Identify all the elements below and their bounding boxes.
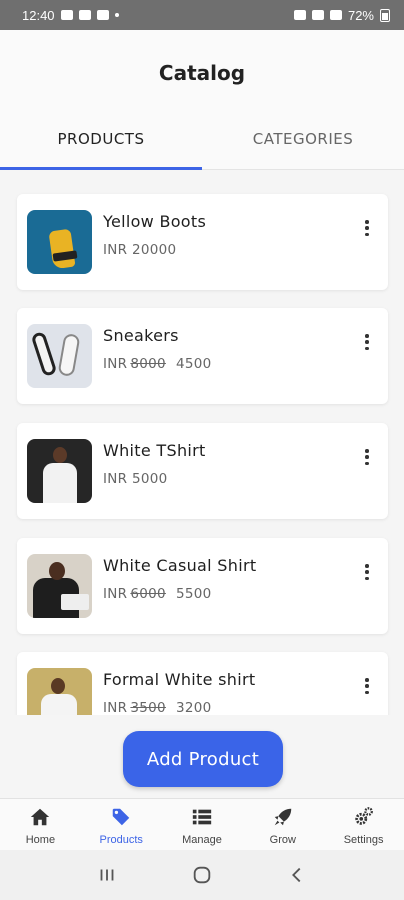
product-price: INR 5000 [103, 471, 168, 487]
nav-settings[interactable]: Settings [323, 799, 404, 850]
signal-icon [329, 10, 342, 20]
battery-percent: 72% [347, 7, 374, 23]
price-value: 4500 [175, 356, 212, 372]
list-icon [192, 809, 212, 825]
price-value: 20000 [131, 242, 177, 258]
app-bar: Catalog [0, 30, 404, 118]
system-nav-bar [0, 850, 404, 900]
price-value: 3200 [175, 700, 212, 715]
more-notifications-icon [114, 13, 119, 17]
product-name: Formal White shirt [103, 670, 256, 689]
tab-categories[interactable]: CATEGORIES [202, 118, 404, 169]
product-price: INR 8000 4500 [103, 356, 212, 372]
more-options-icon[interactable] [362, 562, 372, 582]
currency: INR [103, 356, 128, 372]
nav-grow[interactable]: Grow [242, 799, 323, 850]
nav-manage[interactable]: Manage [162, 799, 243, 850]
currency: INR [103, 586, 128, 602]
tab-label: PRODUCTS [57, 129, 145, 148]
image-notification-icon [60, 10, 73, 20]
product-image [27, 439, 92, 503]
product-price: INR 6000 5500 [103, 586, 212, 602]
mute-icon [293, 10, 306, 20]
product-price: INR 20000 [103, 242, 176, 258]
nav-label: Products [99, 834, 143, 846]
nav-label: Home [25, 834, 56, 846]
status-bar: 12:40 72% [0, 0, 404, 30]
cloud-notification-icon [78, 10, 91, 20]
more-options-icon[interactable] [362, 332, 372, 352]
nav-home[interactable]: Home [0, 799, 81, 850]
status-time: 12:40 [22, 7, 55, 23]
wifi-icon [311, 10, 324, 20]
mail-notification-icon [96, 10, 109, 20]
gears-icon [354, 807, 373, 825]
product-price: INR 3500 3200 [103, 700, 212, 715]
tag-icon [112, 808, 130, 826]
page-title: Catalog [158, 61, 246, 85]
currency: INR [103, 471, 128, 487]
product-name: White Casual Shirt [103, 556, 257, 575]
currency: INR [103, 700, 128, 715]
price-value: 5000 [131, 471, 168, 487]
product-card[interactable]: Yellow Boots INR 20000 [17, 194, 388, 290]
tab-label: CATEGORIES [252, 129, 354, 148]
product-card[interactable]: Sneakers INR 8000 4500 [17, 308, 388, 404]
product-card[interactable]: Formal White shirt INR 3500 3200 [17, 652, 388, 715]
old-price: 3500 [130, 700, 166, 715]
product-image [27, 210, 92, 274]
old-price: 6000 [130, 586, 166, 602]
product-name: Sneakers [103, 326, 179, 345]
bottom-nav: Home Products Manage Grow Settings [0, 798, 404, 850]
home-button-icon[interactable] [191, 864, 213, 886]
product-image [27, 668, 92, 715]
product-image [27, 554, 92, 618]
back-icon[interactable] [286, 864, 308, 886]
product-card[interactable]: White Casual Shirt INR 6000 5500 [17, 538, 388, 634]
home-icon [31, 808, 50, 826]
battery-icon [380, 8, 390, 22]
product-image [27, 324, 92, 388]
add-product-button[interactable]: Add Product [123, 731, 283, 787]
old-price: 8000 [130, 356, 166, 372]
rocket-icon [274, 808, 292, 826]
nav-label: Grow [269, 834, 296, 846]
currency: INR [103, 242, 128, 258]
nav-products[interactable]: Products [81, 799, 162, 850]
price-value: 5500 [175, 586, 212, 602]
recent-apps-icon[interactable] [96, 864, 118, 886]
more-options-icon[interactable] [362, 218, 372, 238]
product-name: White TShirt [103, 441, 206, 460]
tab-products[interactable]: PRODUCTS [0, 118, 202, 170]
more-options-icon[interactable] [362, 676, 372, 696]
nav-label: Settings [343, 834, 384, 846]
product-card[interactable]: White TShirt INR 5000 [17, 423, 388, 519]
nav-label: Manage [182, 834, 222, 846]
more-options-icon[interactable] [362, 447, 372, 467]
product-name: Yellow Boots [103, 212, 207, 231]
product-list[interactable]: Yellow Boots INR 20000 Sneakers INR 8000 4… [0, 170, 404, 715]
tab-bar: PRODUCTS CATEGORIES [0, 118, 404, 170]
